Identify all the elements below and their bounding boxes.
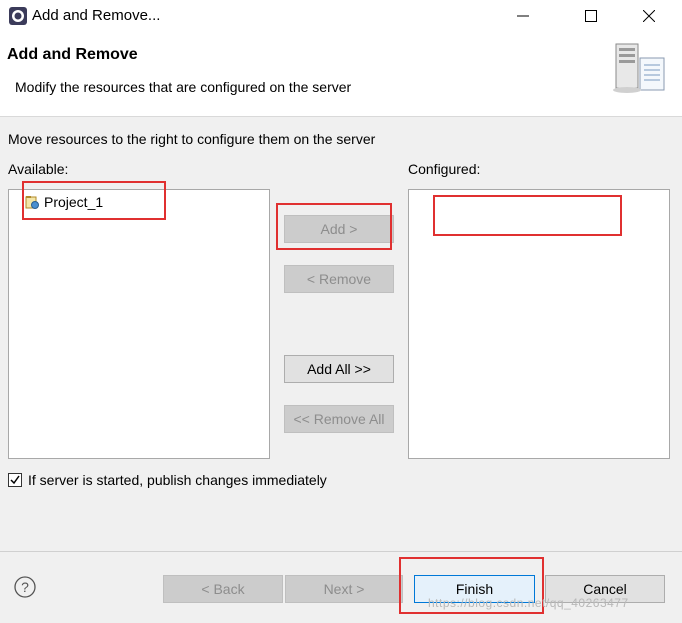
maximize-icon <box>585 10 597 22</box>
wizard-header <box>0 32 682 117</box>
help-icon: ? <box>14 576 36 598</box>
maximize-button[interactable] <box>568 0 614 32</box>
instruction-text: Move resources to the right to configure… <box>8 131 376 147</box>
annotation-box-project <box>22 181 166 220</box>
page-title: Add and Remove <box>7 46 138 63</box>
page-description: Modify the resources that are configured… <box>15 79 352 95</box>
back-button[interactable]: < Back <box>163 575 283 603</box>
annotation-box-add <box>276 203 392 250</box>
server-icon <box>610 40 668 96</box>
window-title: Add and Remove... <box>32 7 161 24</box>
remove-all-button[interactable]: << Remove All <box>284 405 394 433</box>
publish-checkbox[interactable] <box>8 473 22 487</box>
add-all-button[interactable]: Add All >> <box>284 355 394 383</box>
eclipse-icon <box>8 6 28 26</box>
help-button[interactable]: ? <box>14 576 36 598</box>
checkmark-icon <box>10 475 20 485</box>
next-button[interactable]: Next > <box>285 575 403 603</box>
minimize-icon <box>517 15 529 17</box>
configured-label: Configured: <box>408 161 481 177</box>
publish-option[interactable]: If server is started, publish changes im… <box>8 470 327 490</box>
annotation-box-configured <box>433 195 622 236</box>
publish-label: If server is started, publish changes im… <box>28 472 327 488</box>
footer-divider <box>0 551 682 552</box>
available-list[interactable] <box>8 189 270 459</box>
svg-text:?: ? <box>21 579 29 595</box>
close-button[interactable] <box>626 0 672 32</box>
remove-button[interactable]: < Remove <box>284 265 394 293</box>
close-icon <box>643 10 655 22</box>
available-label: Available: <box>8 161 69 177</box>
watermark: https://blog.csdn.net/qq_40263477 <box>428 596 629 610</box>
minimize-button[interactable] <box>500 0 546 32</box>
